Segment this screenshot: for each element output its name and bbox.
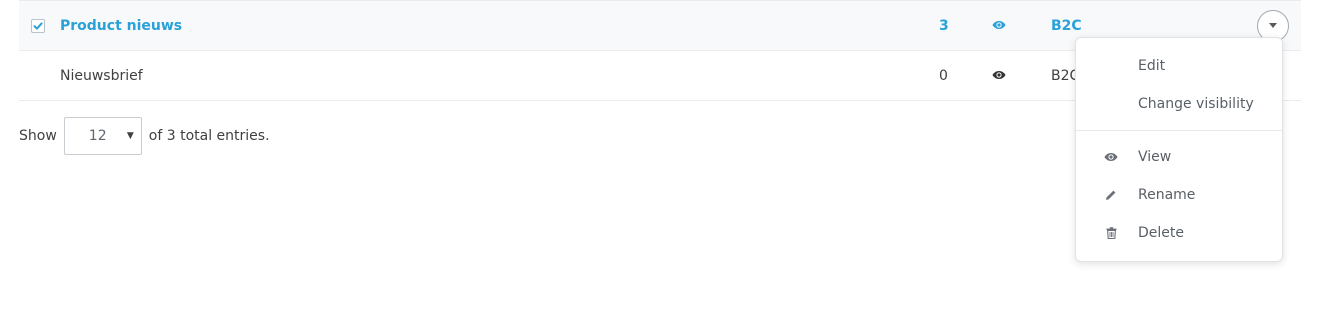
caret-down-icon <box>1269 23 1277 28</box>
menu-item-change-visibility[interactable]: Change visibility <box>1076 87 1282 121</box>
menu-item-delete[interactable]: Delete <box>1076 216 1282 250</box>
eye-icon <box>992 68 1006 84</box>
row-actions-menu: Edit Change visibility View Rename Delet… <box>1075 37 1283 262</box>
eye-icon <box>992 18 1006 34</box>
caret-down-icon: ▼ <box>126 130 134 141</box>
page-size-value: 12 <box>88 127 107 144</box>
menu-item-view[interactable]: View <box>1076 140 1282 174</box>
menu-divider <box>1076 130 1282 131</box>
show-label: Show <box>19 127 57 144</box>
eye-icon <box>1104 150 1118 164</box>
total-entries-text: of 3 total entries. <box>148 127 270 144</box>
page-size-select[interactable]: 12 ▼ <box>63 116 142 155</box>
pencil-icon <box>1104 188 1118 202</box>
pagination-footer: Show 12 ▼ of 3 total entries. <box>19 116 270 155</box>
row-count: 0 <box>939 67 948 84</box>
checkmark-icon <box>33 21 43 30</box>
row-name-link[interactable]: Nieuwsbrief <box>60 68 143 84</box>
menu-item-label: Change visibility <box>1138 96 1254 112</box>
menu-item-rename[interactable]: Rename <box>1076 178 1282 212</box>
trash-icon <box>1104 226 1118 240</box>
row-name-link[interactable]: Product nieuws <box>60 18 182 34</box>
row-type: B2C <box>1051 17 1082 34</box>
menu-item-label: Rename <box>1138 187 1196 203</box>
row-checkbox[interactable] <box>31 18 45 33</box>
row-count: 3 <box>939 17 949 34</box>
menu-item-edit[interactable]: Edit <box>1076 49 1282 83</box>
menu-item-label: Delete <box>1138 225 1184 241</box>
menu-item-label: View <box>1138 149 1172 165</box>
menu-item-label: Edit <box>1138 58 1166 74</box>
